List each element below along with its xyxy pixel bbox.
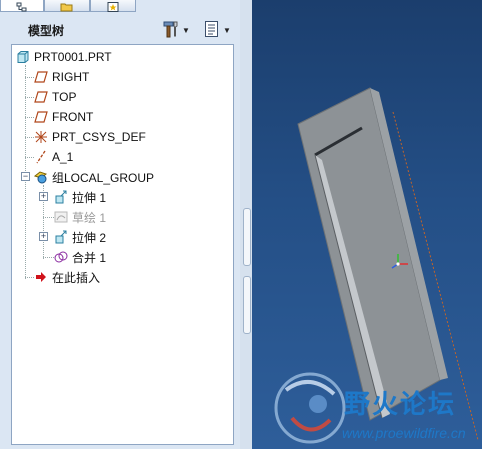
expand-toggle[interactable]: + [39, 232, 48, 241]
tree-item-part[interactable]: PRT0001.PRT [16, 48, 112, 66]
tree-item-label: TOP [52, 90, 77, 104]
watermark-url: www.proewildfire.cn [342, 425, 466, 441]
graphics-viewport[interactable]: 野火论坛 www.proewildfire.cn [252, 0, 482, 449]
coordinate-system-icon [34, 130, 48, 144]
tree-tools-button[interactable]: ▼ [162, 20, 190, 40]
navigator-tabs [0, 0, 252, 12]
tree-item-top-plane[interactable]: TOP [34, 88, 76, 106]
tree-item-label: 在此插入 [52, 270, 101, 285]
tree-connector [25, 137, 34, 138]
datum-axis-icon [34, 150, 48, 164]
part-icon [16, 50, 30, 64]
model-view [274, 87, 479, 444]
tree-item-extrude-2[interactable]: + 拉伸 2 [39, 228, 107, 246]
model-tree-panel: 模型树 ▼ ▼ PRT0001.PRT RIGHT TOP FRONT PRT_… [0, 0, 252, 449]
tree-settings-button[interactable]: ▼ [203, 20, 231, 40]
chevron-down-icon: ▼ [223, 25, 231, 35]
tree-icon [16, 1, 28, 15]
tree-item-label: A_1 [52, 150, 74, 164]
tree-item-csys[interactable]: PRT_CSYS_DEF [34, 128, 146, 146]
expand-toggle[interactable]: + [39, 192, 48, 201]
tree-item-extrude-1[interactable]: + 拉伸 1 [39, 188, 107, 206]
tree-connector [25, 77, 34, 78]
datum-plane-icon [34, 70, 48, 84]
tree-connector [43, 217, 54, 218]
tree-item-local-group[interactable]: − 组LOCAL_GROUP [21, 168, 155, 186]
favorites-tab[interactable] [90, 0, 136, 12]
panel-title: 模型树 [28, 24, 65, 38]
part-body [297, 87, 441, 421]
tree-item-label: FRONT [52, 110, 94, 124]
splitter-handle[interactable] [243, 208, 251, 266]
folder-browser-tab[interactable] [44, 0, 90, 12]
folder-icon [60, 1, 74, 15]
tree-item-label: 草绘 1 [72, 210, 107, 225]
tree-item-sketch-1[interactable]: 草绘 1 [54, 208, 106, 226]
collapse-toggle[interactable]: − [21, 172, 30, 181]
group-icon [33, 170, 48, 184]
extrude-icon [54, 230, 68, 244]
tree-connector [25, 97, 34, 98]
settings-list-icon [203, 20, 221, 41]
extrude-icon [54, 190, 68, 204]
tree-item-front-plane[interactable]: FRONT [34, 108, 93, 126]
sketch-icon [54, 210, 68, 224]
model-tree: PRT0001.PRT RIGHT TOP FRONT PRT_CSYS_DEF… [11, 44, 234, 445]
chevron-down-icon: ▼ [182, 25, 190, 35]
tree-connector [25, 277, 34, 278]
datum-plane-icon [34, 90, 48, 104]
tools-icon [162, 20, 180, 41]
tree-item-label: PRT_CSYS_DEF [52, 130, 146, 144]
datum-plane-icon [34, 110, 48, 124]
tree-item-merge-1[interactable]: 合并 1 [54, 248, 106, 266]
merge-icon [54, 250, 68, 264]
watermark-text: 野火论坛 [344, 390, 457, 420]
tree-connector [43, 257, 54, 258]
tree-connector [25, 157, 34, 158]
model-tree-header: 模型树 ▼ ▼ [0, 14, 244, 44]
model-tree-tab[interactable] [0, 0, 44, 12]
star-icon [106, 1, 120, 15]
tree-item-label: 合并 1 [72, 250, 107, 265]
tree-item-label: 拉伸 2 [72, 230, 107, 245]
tree-item-right-plane[interactable]: RIGHT [34, 68, 89, 86]
tree-item-label: RIGHT [52, 70, 90, 84]
tree-item-insert-here[interactable]: 在此插入 [34, 268, 100, 286]
tree-item-label: PRT0001.PRT [34, 50, 112, 64]
tree-item-label: 组LOCAL_GROUP [52, 170, 155, 185]
tree-item-label: 拉伸 1 [72, 190, 107, 205]
watermark-logo [274, 372, 346, 444]
splitter-handle[interactable] [243, 276, 251, 334]
tree-connector [25, 117, 34, 118]
insert-here-arrow-icon [34, 270, 48, 284]
tree-item-axis[interactable]: A_1 [34, 148, 73, 166]
